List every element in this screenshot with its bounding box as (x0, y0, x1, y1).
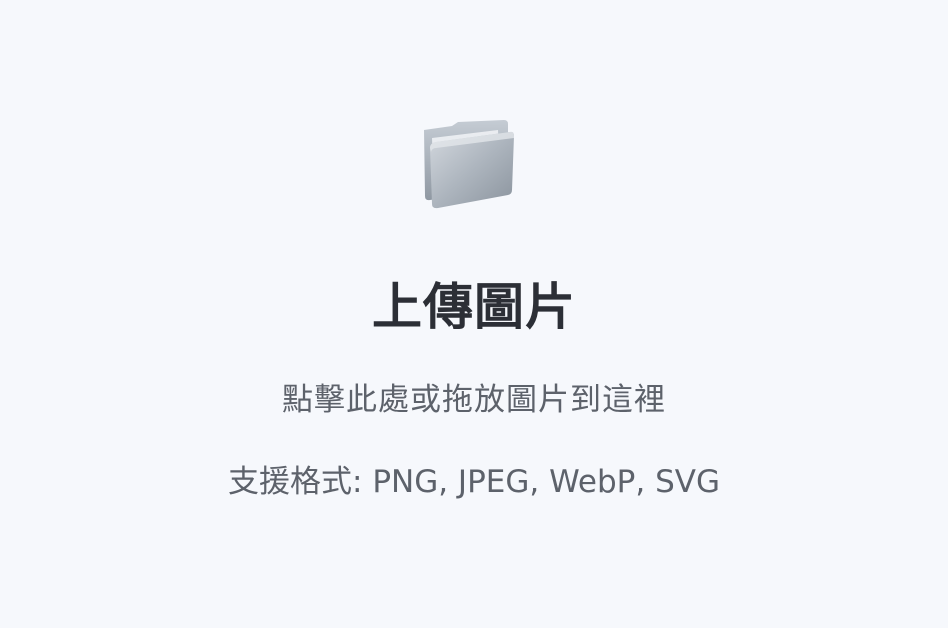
supported-formats: 支援格式: PNG, JPEG, WebP, SVG (228, 464, 720, 500)
upload-instruction: 點擊此處或拖放圖片到這裡 (282, 382, 666, 418)
folder-icon (424, 120, 514, 209)
upload-dropzone[interactable]: 上傳圖片 點擊此處或拖放圖片到這裡 支援格式: PNG, JPEG, WebP,… (0, 0, 948, 628)
upload-title: 上傳圖片 (372, 278, 576, 336)
